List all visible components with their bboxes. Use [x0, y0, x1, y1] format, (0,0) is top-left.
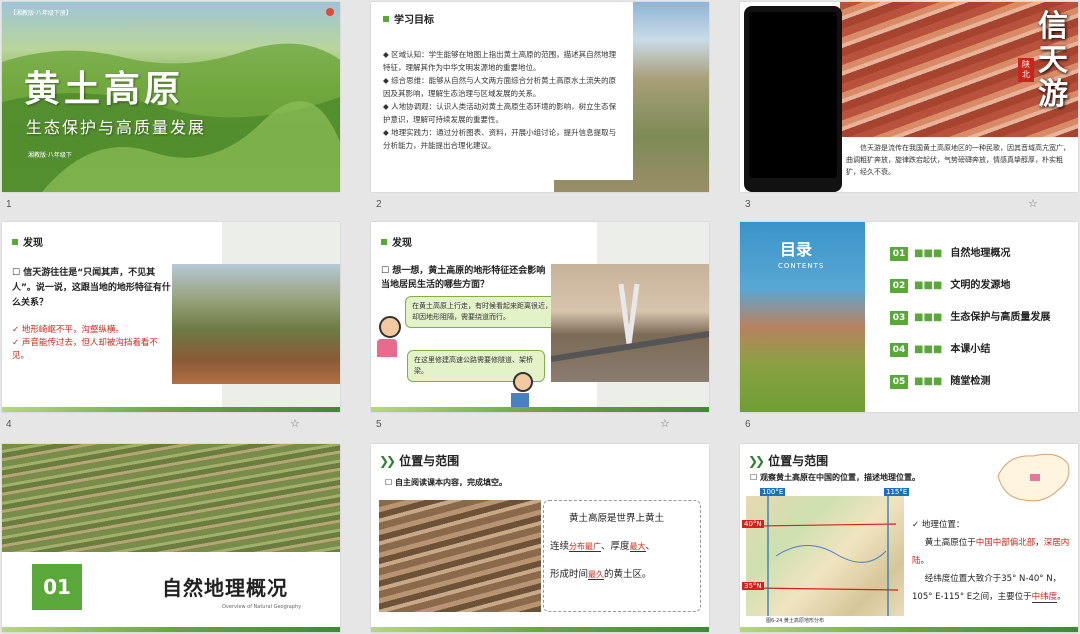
section-title: 自然地理概况 [162, 576, 288, 600]
list-item: ✓ 声音能传过去，但人却被沟挡着看不见。 [12, 338, 158, 361]
toc-item[interactable]: 04 ■■■ 本课小结 [890, 340, 1050, 372]
red-dot-icon [326, 8, 334, 16]
slide-number: 2 [376, 199, 382, 210]
question-text: ☐ 信天游往往是“只闻其声，不见其人”。说一说，这跟当地的地形特征有什么关系？ [12, 268, 171, 308]
boy-character [511, 372, 533, 409]
map-caption: 图6-24 黄土高原地形分布 [766, 618, 824, 624]
slide-number: 6 [745, 419, 751, 430]
section-subtitle: Overview of Natural Geography [222, 604, 302, 610]
toc-subtitle: CONTENTS [778, 262, 825, 270]
list-item: ✓ 地形崎岖不平，沟壑纵横。 [12, 325, 124, 335]
girl-character [377, 316, 401, 357]
phone-image [744, 6, 842, 192]
loess-photo [379, 500, 541, 612]
slide-number: 4 [6, 419, 12, 430]
answer-blank[interactable]: 中纬度 [1031, 592, 1058, 603]
slide-number: 1 [6, 199, 12, 210]
answer-blank[interactable]: 最大 [629, 542, 646, 552]
answer-blank[interactable]: 最久 [588, 570, 605, 580]
landscape-photo [172, 264, 340, 384]
star-icon[interactable]: ☆ [1028, 197, 1038, 210]
terraces-photo [2, 444, 340, 552]
instruction-text: ☐ 观察黄土高原在中国的位置，描述地理位置。 [750, 473, 920, 482]
footer-bar [371, 407, 709, 412]
big-title: 信天游 [1038, 9, 1068, 112]
position-text: ✓ 地理位置： 黄土高原位于中国中部偏北部，深居内陆。 经纬度位置大致介于35°… [912, 520, 1070, 603]
fill-in-box: 黄土高原是世界上黄土 连续分布最广、厚度最大、 形成时间最久的黄土区。 [543, 500, 701, 612]
answer-blank[interactable]: 分布最广 [569, 542, 602, 552]
slide-thumbnail-8[interactable]: ❯❯ 位置与范围 ☐ 自主阅读课本内容，完成填空。 黄土高原是世界上黄土 连续分布… [371, 444, 709, 632]
latitude-label: 40°N [742, 520, 764, 528]
slide-number: 5 [376, 419, 382, 430]
slide-thumbnail-5[interactable]: 发现 ☐ 想一想，黄土高原的地形特征还会影响当地居民生活的哪些方面？ 在黄土高原… [371, 222, 709, 412]
fill-line: 形成时间最久的黄土区。 [550, 569, 652, 580]
series-tag: 【湘教版·八年级下册】 [10, 10, 72, 17]
longitude-label: 100°E [760, 488, 786, 496]
toc-list: 01 ■■■ 自然地理概况 02 ■■■ 文明的发源地 03 ■■■ 生态保护与高质量发展 … [890, 244, 1050, 404]
slide-thumbnail-7[interactable]: 01 自然地理概况 Overview of Natural Geography [2, 444, 340, 632]
list-item: ◆ 区域认知：学生能够在地图上指出黄土高原的范围，描述其自然地理特征，理解其作为… [383, 50, 617, 72]
footer-text: 湘教版·八年级下 [28, 152, 72, 159]
objectives-list: ◆ 区域认知：学生能够在地图上指出黄土高原的范围，描述其自然地理特征，理解其作为… [383, 48, 623, 152]
stamp: 陕北 [1018, 58, 1034, 82]
answer-list: ✓ 地形崎岖不平，沟壑纵横。 ✓ 声音能传过去，但人却被沟挡着看不见。 [12, 324, 172, 363]
toc-item[interactable]: 05 ■■■ 随堂检测 [890, 372, 1050, 404]
footer-bar [371, 627, 709, 632]
slide-thumbnail-1[interactable]: 【湘教版·八年级下册】 黄土高原 生态保护与高质量发展 湘教版·八年级下 [2, 2, 340, 192]
slide-subtitle: 生态保护与高质量发展 [26, 118, 207, 137]
speech-bubble: 在黄土高原上行走，有时候看起来距离很近，却因地形阻隔，需要绕道而行。 [405, 296, 559, 328]
footer-bar [2, 407, 340, 412]
china-inset-map [988, 446, 1074, 510]
fill-line: 连续分布最广、厚度最大、 [550, 541, 656, 552]
toc-title: 目录 [780, 240, 813, 259]
toc-item[interactable]: 02 ■■■ 文明的发源地 [890, 276, 1050, 308]
instruction-text: ☐ 自主阅读课本内容，完成填空。 [385, 478, 507, 487]
description: 信天游是流传在我国黄土高原地区的一种民歌，因其音域高亢宽广，曲调粗犷奔放，旋律跌… [846, 144, 1070, 176]
slide-number: 3 [745, 199, 751, 210]
bridge-photo [550, 264, 709, 382]
star-icon[interactable]: ☆ [660, 417, 670, 430]
latitude-label: 35°N [742, 582, 764, 590]
terrain-map: 100°E 115°E 40°N 35°N 图6-24 黄土高原地形分布 [742, 488, 910, 624]
toc-item[interactable]: 01 ■■■ 自然地理概况 [890, 244, 1050, 276]
slide-title: 黄土高原 [24, 68, 185, 110]
longitude-label: 115°E [884, 488, 910, 496]
section-header: 发现 [12, 234, 43, 249]
fill-line: 黄土高原是世界上黄土 [569, 513, 665, 524]
slide-thumbnail-6[interactable]: 目录 CONTENTS 01 ■■■ 自然地理概况 02 ■■■ 文明的发源地 03 ■■… [740, 222, 1078, 412]
list-item: ◆ 综合思维：能够从自然与人文两方面综合分析黄土高原水土流失的原因及其影响，理解… [383, 76, 617, 98]
toc-item[interactable]: 03 ■■■ 生态保护与高质量发展 [890, 308, 1050, 340]
section-header: 发现 [381, 234, 412, 249]
slide-thumbnail-4[interactable]: 发现 ☐ 信天游往往是“只闻其声，不见其人”。说一说，这跟当地的地形特征有什么关… [2, 222, 340, 412]
section-number: 01 [32, 564, 82, 610]
slide-thumbnail-3[interactable]: 信天游 陕北 信天游是流传在我国黄土高原地区的一种民歌，因其音域高亢宽广，曲调粗… [740, 2, 1078, 192]
section-header: 学习目标 [383, 11, 434, 26]
footer-bar [2, 627, 340, 632]
section-header: ❯❯ 位置与范围 [748, 454, 829, 468]
star-icon[interactable]: ☆ [290, 417, 300, 430]
slide-thumbnail-9[interactable]: ❯❯ 位置与范围 ☐ 观察黄土高原在中国的位置，描述地理位置。 100°E 115… [740, 444, 1078, 632]
footer-bar [740, 627, 1078, 632]
list-item: ◆ 地理实践力：通过分析图表、资料，开展小组讨论，提升信息提取与分析能力，并能提… [383, 128, 617, 150]
list-item: ◆ 人地协调观：认识人类活动对黄土高原生态环境的影响，树立生态保护意识，理解可持… [383, 102, 617, 124]
section-header: ❯❯ 位置与范围 [379, 454, 460, 468]
slide-thumbnail-2[interactable]: 学习目标 ◆ 区域认知：学生能够在地图上指出黄土高原的范围，描述其自然地理特征，… [371, 2, 709, 192]
question-text: ☐ 想一想，黄土高原的地形特征还会影响当地居民生活的哪些方面？ [381, 266, 546, 290]
